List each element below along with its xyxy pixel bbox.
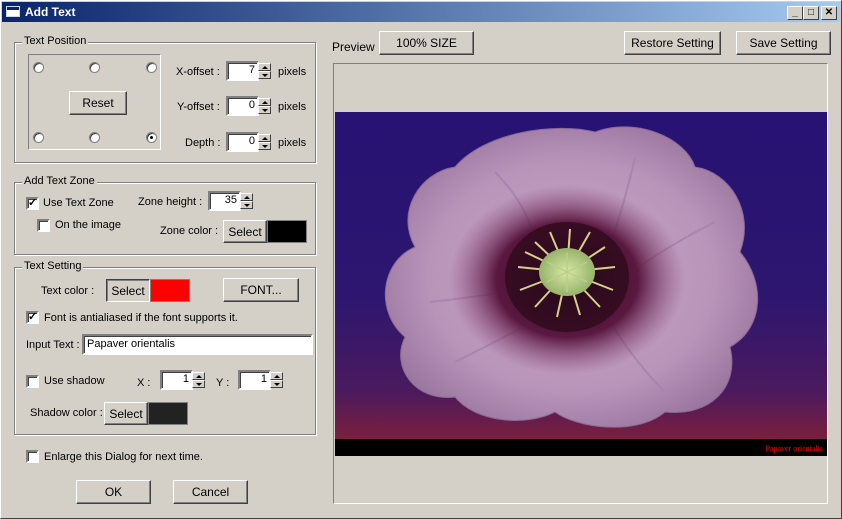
ok-button[interactable]: OK (76, 480, 151, 504)
close-button[interactable]: ✕ (821, 6, 837, 20)
enlarge-checkbox[interactable] (26, 450, 39, 463)
zone-height-input[interactable]: 35 (208, 191, 241, 211)
preview-image: Papaver orientalis (335, 112, 827, 456)
shadow-color-select-button[interactable]: Select (104, 402, 148, 425)
enlarge-label: Enlarge this Dialog for next time. (44, 451, 203, 463)
minimize-button[interactable]: _ (787, 6, 803, 20)
full-size-button[interactable]: 100% SIZE (379, 31, 474, 55)
text-color-select-button[interactable]: Select (106, 279, 150, 302)
x-offset-unit: pixels (278, 66, 307, 78)
preview-label: Preview (332, 40, 375, 54)
poppy-image: Papaver orientalis (335, 112, 827, 456)
text-color-swatch (150, 279, 190, 302)
zone-height-label: Zone height : (138, 196, 203, 208)
antialias-checkbox[interactable]: ✓ (26, 311, 39, 324)
x-offset-input[interactable]: 7 (226, 61, 259, 81)
on-image-checkbox[interactable] (37, 219, 50, 232)
zone-color-label: Zone color : (160, 225, 219, 237)
x-offset-label: X-offset : (176, 66, 220, 78)
anchor-bottom-center-radio[interactable] (89, 132, 100, 143)
depth-label: Depth : (185, 137, 221, 149)
window-icon (6, 6, 20, 17)
shadow-x-label: X : (137, 377, 151, 389)
use-text-zone-checkbox[interactable]: ✓ (26, 197, 39, 210)
preview-caption: Papaver orientalis (765, 444, 823, 453)
y-offset-unit: pixels (278, 101, 307, 113)
save-setting-button[interactable]: Save Setting (736, 31, 831, 55)
text-position-legend: Text Position (22, 35, 89, 47)
add-text-dialog: Add Text _ □ ✕ Text Position Reset X-off… (0, 0, 842, 519)
zone-color-swatch (267, 220, 307, 243)
font-button[interactable]: FONT... (223, 278, 299, 302)
maximize-button[interactable]: □ (803, 6, 819, 20)
use-shadow-checkbox[interactable] (26, 375, 39, 388)
anchor-top-right-radio[interactable] (146, 62, 157, 73)
on-image-label: On the image (55, 219, 122, 231)
text-color-label: Text color : (41, 285, 95, 297)
input-text-label: Input Text : (26, 339, 80, 351)
restore-setting-button[interactable]: Restore Setting (624, 31, 721, 55)
cancel-button[interactable]: Cancel (173, 480, 248, 504)
y-offset-label: Y-offset : (177, 101, 220, 113)
shadow-y-input[interactable]: 1 (238, 370, 271, 390)
y-offset-input[interactable]: 0 (226, 96, 259, 116)
shadow-y-label: Y : (216, 377, 230, 389)
shadow-color-swatch (148, 402, 188, 425)
text-zone-legend: Add Text Zone (22, 175, 97, 187)
shadow-color-label: Shadow color : (30, 407, 103, 419)
title-bar[interactable]: Add Text _ □ ✕ (2, 2, 840, 22)
anchor-top-left-radio[interactable] (33, 62, 44, 73)
use-text-zone-label: Use Text Zone (43, 197, 114, 209)
window-title: Add Text (25, 5, 76, 19)
reset-button[interactable]: Reset (69, 91, 127, 115)
use-shadow-label: Use shadow (44, 375, 105, 387)
anchor-bottom-left-radio[interactable] (33, 132, 44, 143)
text-setting-legend: Text Setting (22, 260, 84, 272)
shadow-x-input[interactable]: 1 (160, 370, 193, 390)
input-text-field[interactable]: Papaver orientalis (82, 334, 313, 355)
depth-input[interactable]: 0 (226, 132, 259, 152)
anchor-top-center-radio[interactable] (89, 62, 100, 73)
antialias-label: Font is antialiased if the font supports… (44, 312, 238, 324)
depth-unit: pixels (278, 137, 307, 149)
anchor-bottom-right-radio[interactable] (146, 132, 157, 143)
zone-color-select-button[interactable]: Select (223, 220, 267, 243)
